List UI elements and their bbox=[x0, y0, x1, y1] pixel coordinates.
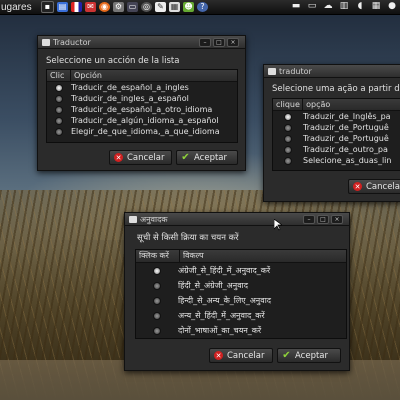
network-icon[interactable]: ▥ bbox=[338, 1, 350, 12]
column-option[interactable]: विकल्प bbox=[180, 250, 343, 262]
cancel-icon: ✕ bbox=[214, 351, 223, 360]
file-manager-icon[interactable]: ▤ bbox=[57, 2, 68, 12]
titlebar[interactable]: tradutor bbox=[264, 65, 400, 78]
radio-button[interactable] bbox=[55, 127, 63, 136]
radio-button[interactable] bbox=[153, 266, 161, 275]
list-item[interactable]: हिन्दी_से_अन्य_के_लिए_अनुवाद bbox=[136, 293, 346, 308]
list-header: Clic Opción bbox=[47, 70, 237, 82]
monitor-icon[interactable]: ▭ bbox=[127, 2, 138, 12]
text-editor-icon[interactable]: ✎ bbox=[155, 2, 166, 12]
dialog-prompt: Selecione uma ação a partir da bbox=[272, 84, 400, 94]
radio-button[interactable] bbox=[153, 281, 161, 290]
settings-icon[interactable]: ⚙ bbox=[113, 2, 124, 12]
list-item[interactable]: दोनों_भाषाओं_का_चयन_करें bbox=[136, 323, 346, 338]
desktop-icon[interactable]: ▦ bbox=[370, 1, 382, 12]
apple-icon[interactable]: ● bbox=[386, 1, 398, 12]
checkmark-icon: ✔ bbox=[181, 152, 190, 163]
column-click[interactable]: Clic bbox=[47, 70, 71, 81]
places-menu[interactable]: ugares bbox=[0, 2, 39, 13]
dialog-spanish: Traductor – □ × Seleccione un acción de … bbox=[37, 35, 246, 171]
column-option[interactable]: opção bbox=[303, 99, 400, 110]
close-button[interactable]: × bbox=[331, 215, 343, 224]
list-item[interactable]: Traduzir_de_outro_pa bbox=[273, 144, 400, 155]
radio-button[interactable] bbox=[55, 116, 63, 125]
titlebar[interactable]: Traductor – □ × bbox=[38, 36, 245, 49]
cancel-button[interactable]: ✕ Cancela bbox=[348, 179, 400, 194]
list-item[interactable]: Elegir_de_que_idioma,_a_que_idioma bbox=[47, 126, 237, 137]
list-item[interactable]: हिंदी_से_अंग्रेजी_अनुवाद bbox=[136, 278, 346, 293]
list-item[interactable]: Traducir_de_español_a_otro_idioma bbox=[47, 104, 237, 115]
list-header: clique opção bbox=[273, 99, 400, 111]
radio-button[interactable] bbox=[153, 326, 161, 335]
list-item[interactable]: Traduzir_de_Inglês_pa bbox=[273, 111, 400, 122]
radio-button[interactable] bbox=[55, 105, 63, 114]
cancel-button[interactable]: ✕ Cancelar bbox=[109, 150, 172, 165]
minimize-button[interactable]: – bbox=[303, 215, 315, 224]
column-option[interactable]: Opción bbox=[71, 70, 234, 81]
options-list: clique opção Traduzir_de_Inglês_pa Tradu… bbox=[272, 98, 400, 171]
launcher-tray: ▪ ▤ ✉ ◉ ⚙ ▭ ◎ ✎ ▦ ☻ ? bbox=[41, 1, 208, 13]
ok-button[interactable]: ✔ Aceptar bbox=[277, 348, 341, 363]
flag-icon[interactable] bbox=[71, 2, 82, 12]
calendar-icon[interactable]: ▦ bbox=[169, 2, 180, 12]
window-title: अनुवादक bbox=[140, 214, 168, 224]
list-item[interactable]: Selecione_as_duas_lin bbox=[273, 155, 400, 166]
checkmark-icon: ✔ bbox=[282, 350, 291, 361]
maximize-button[interactable]: □ bbox=[213, 38, 225, 47]
display-icon[interactable]: ▭ bbox=[306, 1, 318, 12]
list-item[interactable]: अंग्रेजी_से_हिंदी_में_अनुवाद_करें bbox=[136, 263, 346, 278]
system-tray: ▬ ▭ ☁ ▥ ◖ ▦ ● bbox=[290, 1, 398, 12]
ok-button[interactable]: ✔ Aceptar bbox=[176, 150, 238, 165]
cloud-icon[interactable]: ☁ bbox=[322, 1, 334, 12]
list-item[interactable]: Traduzir_de_Portuguê bbox=[273, 133, 400, 144]
window-title: Traductor bbox=[53, 37, 91, 47]
terminal-icon[interactable]: ▪ bbox=[41, 1, 54, 13]
dialog-hindi: अनुवादक – □ × सूची से किसी क्रिया का चयन… bbox=[124, 212, 350, 371]
radio-button[interactable] bbox=[153, 311, 161, 320]
options-list: Clic Opción Traducir_de_español_a_ingles… bbox=[46, 69, 238, 143]
cancel-icon: ✕ bbox=[353, 182, 362, 191]
column-click[interactable]: clique bbox=[273, 99, 304, 110]
volume-icon[interactable]: ◖ bbox=[354, 1, 366, 12]
list-item[interactable]: Traducir_de_español_a_ingles bbox=[47, 82, 237, 93]
mail-icon[interactable]: ✉ bbox=[85, 2, 96, 12]
list-header: क्लिक करें विकल्प bbox=[136, 250, 346, 263]
cancel-icon: ✕ bbox=[114, 153, 123, 162]
cancel-button[interactable]: ✕ Cancelar bbox=[209, 348, 273, 363]
top-panel: ugares ▪ ▤ ✉ ◉ ⚙ ▭ ◎ ✎ ▦ ☻ ? ▬ ▭ ☁ ▥ ◖ ▦… bbox=[0, 0, 400, 15]
radio-button[interactable] bbox=[284, 156, 292, 165]
radio-button[interactable] bbox=[284, 145, 292, 154]
radio-button[interactable] bbox=[284, 123, 292, 132]
radio-button[interactable] bbox=[284, 112, 292, 121]
dialog-prompt: Seleccione un acción de la lista bbox=[46, 56, 180, 66]
disc-icon[interactable]: ◎ bbox=[141, 2, 152, 12]
list-item[interactable]: Traducir_de_algún_idioma_a_español bbox=[47, 115, 237, 126]
radio-button[interactable] bbox=[55, 83, 63, 92]
dialog-portuguese: tradutor Selecione uma ação a partir da … bbox=[263, 64, 400, 202]
window-list-icon[interactable]: ▬ bbox=[290, 1, 302, 12]
help-icon[interactable]: ? bbox=[197, 2, 208, 12]
column-click[interactable]: क्लिक करें bbox=[136, 250, 180, 262]
list-item[interactable]: अन्य_से_हिंदी_में_अनुवाद_करें bbox=[136, 308, 346, 323]
radio-button[interactable] bbox=[284, 134, 292, 143]
window-icon bbox=[42, 38, 50, 46]
radio-button[interactable] bbox=[153, 296, 161, 305]
window-icon bbox=[129, 215, 137, 223]
firefox-icon[interactable]: ◉ bbox=[99, 2, 110, 12]
list-item[interactable]: Traduzir_de_Portuguê bbox=[273, 122, 400, 133]
list-item[interactable]: Traducir_de_ingles_a_español bbox=[47, 93, 237, 104]
mouse-cursor-icon bbox=[274, 219, 282, 231]
maximize-button[interactable]: □ bbox=[317, 215, 329, 224]
minimize-button[interactable]: – bbox=[199, 38, 211, 47]
radio-button[interactable] bbox=[55, 94, 63, 103]
titlebar[interactable]: अनुवादक – □ × bbox=[125, 213, 349, 226]
options-list: क्लिक करें विकल्प अंग्रेजी_से_हिंदी_में_… bbox=[135, 249, 347, 339]
dialog-prompt: सूची से किसी क्रिया का चयन करें bbox=[137, 233, 239, 243]
window-icon bbox=[268, 67, 276, 75]
chat-icon[interactable]: ☻ bbox=[183, 2, 194, 12]
window-title: tradutor bbox=[279, 66, 312, 76]
close-button[interactable]: × bbox=[227, 38, 239, 47]
